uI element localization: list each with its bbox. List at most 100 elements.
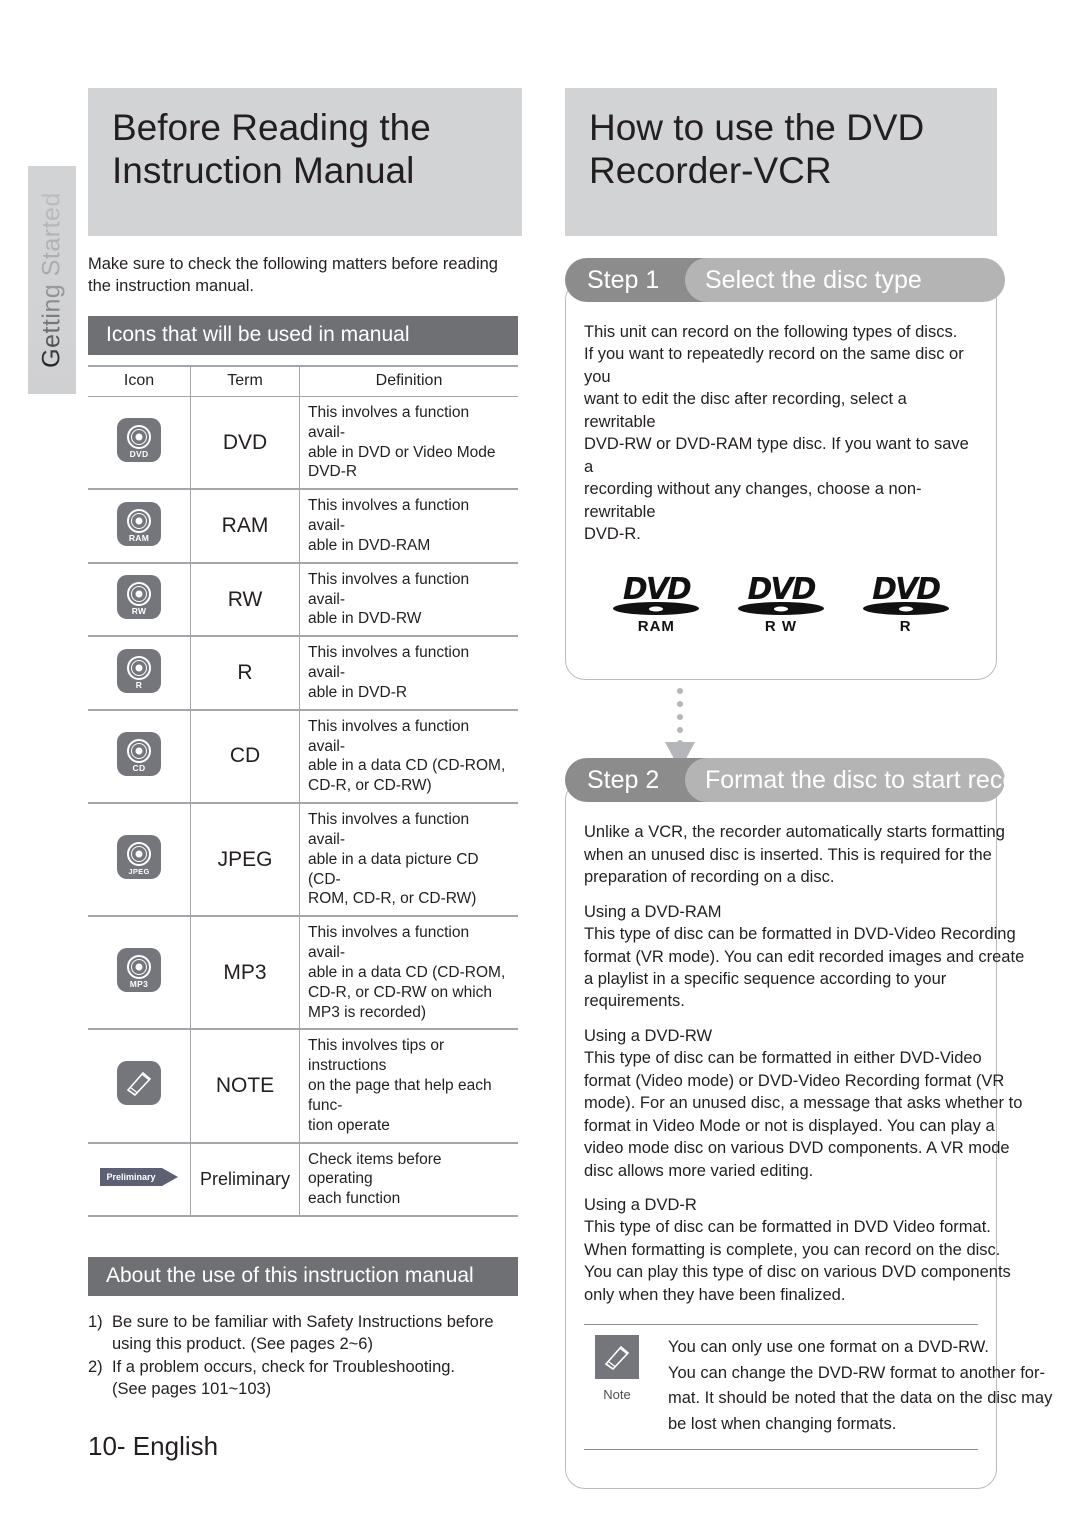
disc-icon-label: RAM (128, 532, 150, 543)
step-2-title: Format the disc to start recording (705, 766, 1072, 795)
disc-icon-label: R (135, 679, 143, 690)
list-item-number: 1) (88, 1312, 103, 1331)
dvd-logo-glyph: DVD (747, 572, 816, 608)
cd-disc-icon: CD (117, 731, 161, 776)
term-cell: R (190, 636, 300, 711)
icon-cell: JPEG (88, 803, 191, 918)
note-line: mat. It should be noted that the data on… (668, 1389, 1053, 1408)
note-pencil-icon (117, 1061, 161, 1106)
definition-line: This involves a function avail- (308, 924, 470, 962)
section-header-about: About the use of this instruction manual (88, 1256, 518, 1296)
body-line: format (Video mode) or DVD-Video Recordi… (584, 1071, 1005, 1090)
left-intro: Make sure to check the following matters… (88, 253, 522, 298)
page-footer: 10- English (88, 1431, 219, 1461)
body-line: mode). For an unused disc, a message tha… (584, 1094, 1023, 1113)
list-item: 1) Be sure to be familiar with Safety In… (88, 1311, 522, 1355)
left-banner-line2: Instruction Manual (112, 150, 415, 192)
subsection-heading-dvd-r: Using a DVD-R (584, 1195, 697, 1214)
list-line: If a problem occurs, check for Troublesh… (112, 1358, 456, 1377)
definition-line: Check items before operating (308, 1150, 442, 1188)
ram-disc-icon: RAM (117, 501, 161, 546)
dvd-disc-ellipse (737, 602, 824, 616)
definition-cell: Check items before operating each functi… (299, 1142, 518, 1217)
definition-line: This involves a function avail- (308, 811, 470, 848)
list-item-text: If a problem occurs, check for Troublesh… (112, 1356, 522, 1400)
note-caption: Note (603, 1387, 631, 1403)
definition-line: This involves a function avail- (308, 644, 470, 682)
table-row: CD CD This involves a function avail- ab… (88, 709, 518, 805)
body-line: preparation of recording on a disc. (584, 868, 835, 887)
body-line: This unit can record on the following ty… (584, 323, 958, 341)
dvd-logo-label: R W (764, 618, 798, 636)
disc-icon-label: CD (132, 762, 146, 773)
definition-line: CD-R, or CD-RW on which (308, 983, 493, 1001)
definition-line: able in DVD-R (308, 683, 408, 701)
dvd-logo-glyph: DVD (622, 572, 692, 608)
definition-cell: This involves a function avail- able in … (299, 709, 518, 805)
column-header-definition: Definition (299, 364, 518, 397)
definition-line: This involves tips or instructions (308, 1037, 445, 1075)
term-cell: MP3 (190, 916, 300, 1031)
body-line: You can play this type of disc on variou… (584, 1263, 1011, 1282)
step-1-box: This unit can record on the following ty… (565, 280, 997, 681)
body-line: when an unused disc is inserted. This is… (584, 845, 992, 864)
body-line: If you want to repeatedly record on the … (584, 345, 964, 386)
mp3-disc-icon: MP3 (117, 948, 161, 993)
table-header-row: Icon Term Definition (88, 364, 518, 397)
body-line: This type of disc can be formatted in DV… (584, 1218, 991, 1237)
definition-line: tion operate (308, 1116, 390, 1134)
r-disc-icon: R (117, 648, 161, 693)
step-1-block: Step 1 Select the disc type This unit ca… (565, 258, 1005, 681)
definition-line: able in a data CD (CD-ROM, (308, 963, 506, 981)
dvd-logo-glyph: DVD (872, 572, 941, 608)
icon-cell: RW (88, 562, 191, 638)
body-line: want to edit the disc after recording, s… (584, 390, 907, 431)
body-line: This type of disc can be formatted in ei… (584, 1049, 982, 1068)
step-1-header: Step 1 Select the disc type (565, 258, 1005, 302)
disc-icon-label: DVD (129, 449, 149, 460)
preliminary-banner-icon: Preliminary (100, 1167, 178, 1186)
body-line: video mode disc on various DVD component… (584, 1139, 1010, 1158)
dvd-logo-label: RAM (637, 618, 675, 636)
table-row: RW RW This involves a function avail- ab… (88, 562, 518, 638)
right-banner-line1: How to use the DVD (589, 107, 925, 148)
right-banner-line2: Recorder-VCR (589, 150, 832, 192)
note-line: You can only use one format on a DVD-RW. (668, 1338, 990, 1357)
note-pencil-icon (595, 1335, 639, 1380)
step-2-box: Unlike a VCR, the recorder automatically… (565, 780, 1052, 1490)
icon-cell: MP3 (88, 916, 191, 1031)
dvd-r-logo: DVD R (851, 575, 961, 635)
icons-table: Icon Term Definition DVD DVD This involv… (88, 364, 518, 1217)
definition-cell: This involves a function avail- able in … (299, 562, 518, 638)
body-line: requirements. (584, 992, 685, 1011)
right-banner: How to use the DVD Recorder-VCR (565, 88, 997, 236)
body-line: DVD-R. (584, 524, 641, 543)
icon-cell: CD (88, 709, 191, 805)
list-item-number: 2) (88, 1358, 103, 1377)
definition-cell: This involves tips or instructions on th… (299, 1029, 518, 1144)
left-banner-line1: Before Reading the (112, 107, 431, 148)
definition-line: each function (308, 1190, 401, 1208)
definition-line: This involves a function avail- (308, 497, 470, 535)
list-line: using this product. (See pages 2~6) (112, 1335, 373, 1354)
definition-line: able in DVD-RW (308, 610, 422, 628)
body-line: format (VR mode). You can edit recorded … (584, 947, 1025, 966)
note-line: be lost when changing formats. (668, 1414, 897, 1433)
dvd-disc-icon: DVD (117, 418, 161, 463)
left-intro-line2: the instruction manual. (88, 277, 255, 296)
definition-line: DVD-R (308, 463, 358, 481)
table-row: NOTE This involves tips or instructions … (88, 1029, 518, 1144)
step-2-block: Step 2 Format the disc to start recordin… (565, 758, 1072, 1490)
body-line: Unlike a VCR, the recorder automatically… (584, 823, 1005, 842)
definition-line: MP3 is recorded) (308, 1003, 427, 1021)
dvd-logo-label: R (899, 618, 912, 636)
list-line: Be sure to be familiar with Safety Instr… (112, 1312, 494, 1331)
body-line: DVD-RW or DVD-RAM type disc. If you want… (584, 435, 969, 476)
term-cell: RW (190, 562, 300, 638)
definition-line: This involves a function avail- (308, 404, 470, 441)
definition-line: able in DVD-RAM (308, 536, 431, 554)
definition-line: ROM, CD-R, or CD-RW) (308, 890, 477, 908)
body-line: This type of disc can be formatted in DV… (584, 925, 1016, 944)
dvd-ram-logo: DVD RAM (601, 575, 711, 635)
definition-line: This involves a function avail- (308, 717, 470, 755)
